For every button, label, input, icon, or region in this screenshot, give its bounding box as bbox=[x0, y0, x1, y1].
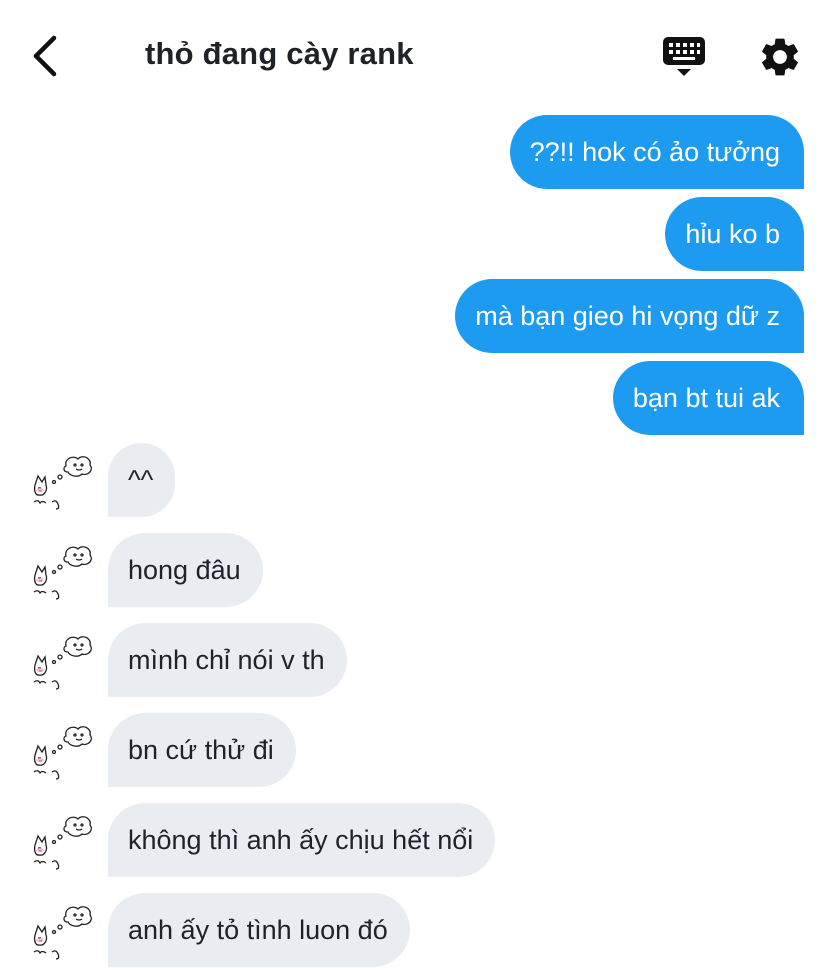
outgoing-message[interactable]: ??!! hok có ảo tưởng bbox=[509, 115, 804, 189]
avatar[interactable] bbox=[30, 722, 96, 784]
incoming-message[interactable]: anh ấy tỏ tình luon đó bbox=[108, 893, 410, 967]
back-button[interactable] bbox=[26, 32, 66, 80]
avatar[interactable] bbox=[30, 812, 96, 874]
avatar[interactable] bbox=[30, 902, 96, 964]
avatar[interactable] bbox=[30, 542, 96, 604]
gear-icon bbox=[762, 38, 798, 76]
incoming-message[interactable]: không thì anh ấy chịu hết nổi bbox=[108, 803, 496, 877]
avatar[interactable] bbox=[30, 452, 96, 514]
incoming-message[interactable]: bn cứ thử đi bbox=[108, 713, 296, 787]
conversation-title: thỏ đang cày rank bbox=[145, 36, 414, 71]
keyboard-button[interactable] bbox=[660, 34, 708, 80]
incoming-message[interactable]: hong đâu bbox=[108, 533, 263, 607]
outgoing-message[interactable]: bạn bt tui ak bbox=[612, 361, 804, 435]
outgoing-message[interactable]: hỉu ko b bbox=[665, 197, 804, 271]
incoming-message[interactable]: ^^ bbox=[108, 443, 176, 517]
incoming-message[interactable]: mình chỉ nói v th bbox=[108, 623, 347, 697]
avatar[interactable] bbox=[30, 632, 96, 694]
outgoing-message[interactable]: mà bạn gieo hi vọng dữ z bbox=[455, 279, 804, 353]
conversation-header: thỏ đang cày rank bbox=[0, 0, 828, 110]
settings-button[interactable] bbox=[757, 34, 803, 80]
keyboard-icon bbox=[663, 37, 705, 76]
chevron-left-icon bbox=[33, 35, 57, 77]
